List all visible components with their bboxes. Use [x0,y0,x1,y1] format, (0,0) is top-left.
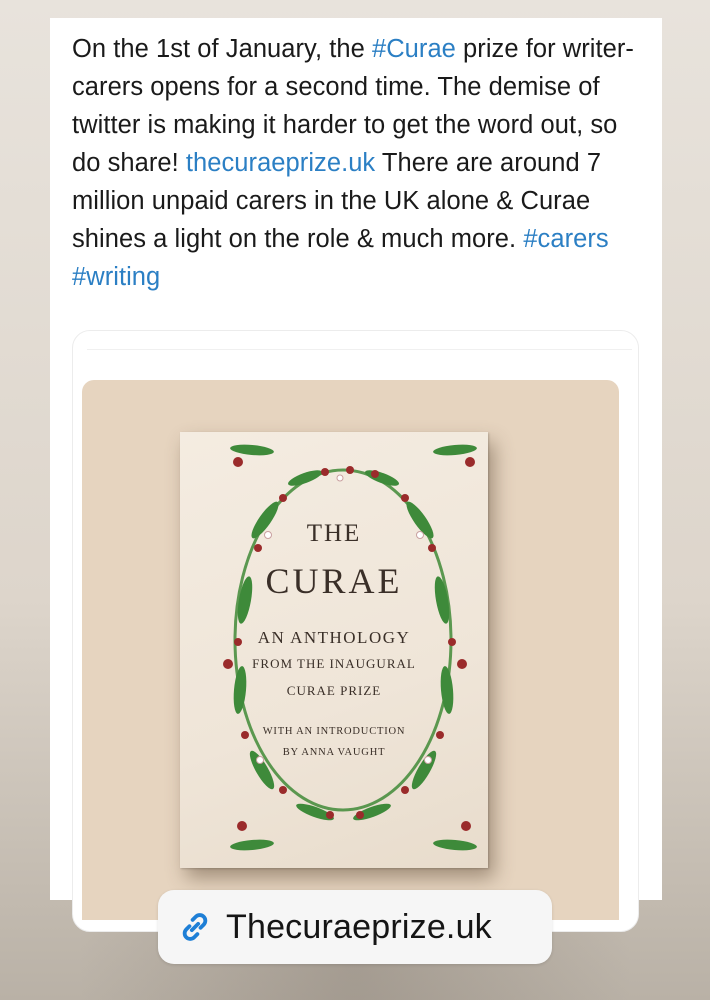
link-icon [176,908,214,946]
book-title-curae: CURAE [265,561,403,601]
link-sticker[interactable]: Thecuraeprize.uk [158,890,552,964]
post-text-part: On the 1st of January, the [72,35,372,63]
hashtag-curae[interactable]: #Curae [372,35,456,63]
book-cover [180,432,488,868]
book-title-the: THE [306,520,362,547]
link-sticker-label: Thecuraeprize.uk [226,907,492,946]
post-text: On the 1st of January, the #Curae prize … [72,30,652,296]
book-subtitle-prize: CURAE PRIZE [286,683,382,698]
hashtag-carers[interactable]: #carers [523,225,608,253]
book-subtitle-anthology: AN ANTHOLOGY [257,628,411,647]
book-introduction-line: WITH AN INTRODUCTION [262,726,406,737]
preview-divider [87,349,632,350]
hashtag-writing[interactable]: #writing [72,263,160,291]
book-author-line: BY ANNA VAUGHT [282,747,386,758]
website-link[interactable]: thecuraeprize.uk [186,149,375,177]
book-subtitle-from: FROM THE INAUGURAL [252,656,416,671]
